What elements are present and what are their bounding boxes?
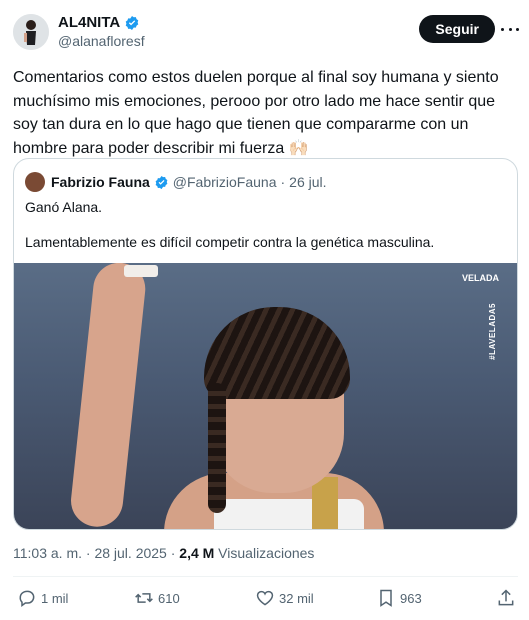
verified-badge-icon	[125, 15, 139, 30]
tweet-meta: 11:03 a. m. · 28 jul. 2025 · 2,4 M Visua…	[13, 545, 314, 561]
photo-arm	[68, 263, 148, 529]
quoted-avatar[interactable]	[25, 172, 45, 192]
share-icon	[498, 589, 514, 606]
views-label: Visualizaciones	[214, 545, 315, 561]
quoted-text-line2: Lamentablemente es difícil competir cont…	[25, 234, 435, 250]
repost-button[interactable]: 610	[134, 588, 180, 608]
bookmark-button[interactable]: 963	[376, 588, 422, 608]
photo-braided-hair	[204, 307, 350, 399]
quoted-author-handle[interactable]: @FabrizioFauna	[173, 174, 277, 190]
quoted-author-name[interactable]: Fabrizio Fauna	[51, 174, 150, 190]
photo-braid	[208, 383, 226, 513]
share-button[interactable]	[496, 588, 516, 608]
tweet-text: Comentarios como estos duelen porque al …	[13, 69, 499, 157]
quoted-header: Fabrizio Fauna @FabrizioFauna · 26 jul.	[25, 172, 327, 192]
views-count: 2,4 M	[179, 545, 215, 561]
more-options-icon[interactable]	[501, 21, 519, 37]
quoted-text-line1: Ganó Alana.	[25, 199, 103, 215]
reply-count: 1 mil	[41, 590, 69, 606]
quoted-tweet[interactable]: Fabrizio Fauna @FabrizioFauna · 26 jul. …	[13, 158, 518, 530]
divider	[13, 576, 518, 577]
tweet-card: AL4NITA @alanafloresf Seguir Comentarios…	[0, 0, 529, 620]
reply-button[interactable]: 1 mil	[17, 588, 68, 608]
tweet-timestamp[interactable]: 11:03 a. m. · 28 jul. 2025 ·	[13, 545, 179, 561]
quoted-date[interactable]: 26 jul.	[289, 174, 326, 190]
action-bar: 1 mil 610 32 mil 963	[13, 588, 518, 612]
photo-hand-wrap	[124, 265, 158, 277]
like-button[interactable]: 32 mil	[255, 588, 314, 608]
bookmark-count: 963	[400, 590, 422, 606]
like-icon	[256, 590, 274, 606]
photo-watermark-logo: VELADA	[461, 273, 499, 283]
repost-icon	[135, 593, 153, 603]
photo-top	[214, 499, 364, 529]
quoted-separator: ·	[280, 174, 286, 190]
repost-count: 610	[158, 590, 180, 606]
author-name[interactable]: AL4NITA	[58, 14, 120, 31]
author-avatar[interactable]	[13, 14, 49, 50]
reply-icon	[19, 590, 35, 607]
like-count: 32 mil	[279, 590, 314, 606]
author-handle[interactable]: @alanafloresf	[58, 33, 145, 49]
photo-hashtag: #LAVELADA5	[488, 303, 497, 360]
photo-strap	[312, 477, 338, 529]
bookmark-icon	[380, 589, 392, 607]
verified-badge-icon	[155, 175, 168, 189]
quoted-photo[interactable]: VELADA #LAVELADA5	[14, 263, 517, 529]
author-name-row[interactable]: AL4NITA	[58, 14, 140, 31]
follow-button[interactable]: Seguir	[419, 15, 495, 43]
